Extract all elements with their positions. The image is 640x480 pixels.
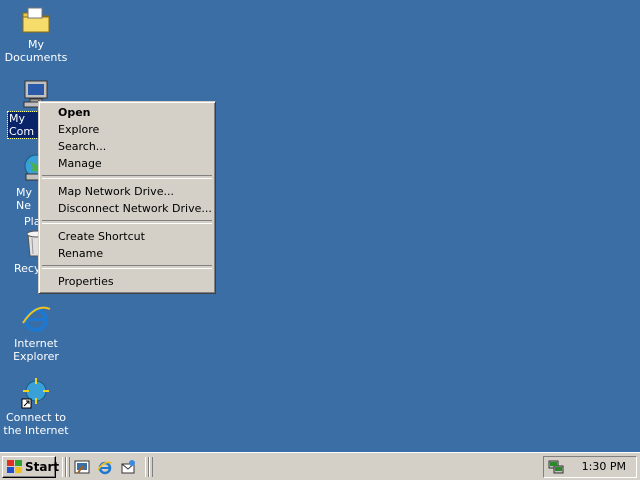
outlook-express-icon[interactable] — [120, 459, 136, 475]
show-desktop-icon[interactable] — [74, 459, 90, 475]
toolbar-grip[interactable] — [149, 457, 153, 477]
menu-item-create-shortcut[interactable]: Create Shortcut — [41, 228, 213, 245]
menu-item-disconnect-network-drive[interactable]: Disconnect Network Drive... — [41, 200, 213, 217]
desktop-icon-internet-explorer[interactable]: Internet Explorer — [0, 303, 74, 363]
internet-explorer-icon[interactable] — [97, 459, 113, 475]
menu-item-search[interactable]: Search... — [41, 138, 213, 155]
desktop-icon-my-documents[interactable]: My Documents — [0, 4, 74, 64]
desktop-icon-label: My Documents — [4, 38, 68, 64]
menu-item-map-network-drive[interactable]: Map Network Drive... — [41, 183, 213, 200]
menu-separator — [42, 220, 212, 224]
connection-wizard-icon — [20, 377, 52, 409]
menu-item-manage[interactable]: Manage — [41, 155, 213, 172]
toolbar-grip[interactable] — [66, 457, 70, 477]
desktop-icon-label-line2: the Internet — [3, 424, 69, 437]
internet-explorer-icon — [20, 303, 52, 335]
desktop-icon-connect-to-internet[interactable]: Connect to the Internet — [0, 377, 74, 437]
clock[interactable]: 1:30 PM — [582, 457, 626, 477]
system-tray: 1:30 PM — [543, 456, 637, 478]
menu-item-open[interactable]: Open — [41, 104, 213, 121]
start-button[interactable]: Start — [2, 456, 60, 478]
menu-item-properties[interactable]: Properties — [41, 273, 213, 290]
desktop-icon-label-line2: Explorer — [13, 350, 59, 363]
menu-separator — [42, 175, 212, 179]
windows-logo-icon — [7, 460, 22, 473]
menu-item-rename[interactable]: Rename — [41, 245, 213, 262]
context-menu: Open Explore Search... Manage Map Networ… — [38, 101, 216, 294]
desktop-icon-label: Internet — [14, 337, 58, 350]
menu-item-explore[interactable]: Explore — [41, 121, 213, 138]
menu-separator — [42, 265, 212, 269]
taskbar: Start 1:30 PM — [0, 452, 640, 480]
desktop-icon-label: Connect to — [5, 411, 67, 424]
start-label: Start — [25, 460, 60, 474]
network-connection-icon[interactable] — [548, 459, 564, 475]
folder-icon — [20, 4, 52, 36]
